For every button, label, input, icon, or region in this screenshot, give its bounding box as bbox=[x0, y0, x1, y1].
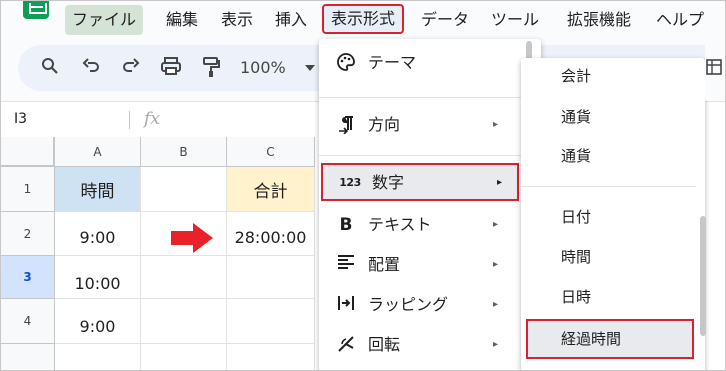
menu-extensions[interactable]: 拡張機能 bbox=[560, 5, 638, 35]
sheets-logo-icon[interactable] bbox=[23, 1, 49, 19]
submenu-arrow-icon: ▸ bbox=[493, 339, 499, 350]
cell-c3[interactable] bbox=[227, 256, 315, 299]
numbers-icon: 123 bbox=[339, 176, 361, 189]
submenu-item-label: 経過時間 bbox=[561, 330, 622, 348]
menu-item-numbers[interactable]: 123 数字 ▸ bbox=[321, 163, 519, 201]
cell-b5[interactable] bbox=[141, 344, 227, 370]
search-icon[interactable] bbox=[38, 56, 62, 80]
cell-b1[interactable] bbox=[141, 167, 227, 212]
menu-edit[interactable]: 編集 bbox=[159, 5, 205, 35]
undo-icon[interactable] bbox=[80, 56, 104, 80]
menu-help[interactable]: ヘルプ bbox=[649, 5, 711, 35]
submenu-item-label: 日時 bbox=[561, 288, 592, 306]
cell-c5[interactable] bbox=[227, 344, 315, 370]
row-header-5[interactable] bbox=[1, 344, 55, 370]
divider bbox=[129, 111, 130, 129]
column-header-b[interactable]: B bbox=[141, 137, 227, 167]
submenu-arrow-icon: ▸ bbox=[493, 299, 499, 310]
cell-c4[interactable] bbox=[227, 299, 315, 344]
spreadsheet-window: ファイル 編集 表示 挿入 表示形式 データ ツール 拡張機能 ヘルプ 100%… bbox=[0, 0, 726, 371]
number-format-submenu: 会計 通貨 通貨 日付 時間 日時 経過時間 bbox=[521, 56, 706, 370]
cell-b4[interactable] bbox=[141, 299, 227, 344]
submenu-item-label: 通貨 bbox=[561, 147, 592, 165]
grid-icon[interactable] bbox=[706, 59, 722, 79]
menu-divider bbox=[521, 186, 696, 187]
cell-a3[interactable]: 10:00 bbox=[55, 256, 141, 299]
redo-icon[interactable] bbox=[118, 56, 142, 80]
column-header-c[interactable]: C bbox=[227, 137, 315, 167]
submenu-item-label: 日付 bbox=[561, 208, 592, 226]
menu-item-rotation[interactable]: 回転 ▸ bbox=[319, 325, 541, 365]
row-header-4[interactable]: 4 bbox=[1, 299, 55, 344]
submenu-item-time[interactable]: 時間 bbox=[521, 237, 705, 277]
cell-a4[interactable]: 9:00 bbox=[55, 299, 141, 344]
menu-item-label: 回転 bbox=[368, 335, 401, 354]
chevron-down-icon[interactable] bbox=[305, 65, 315, 71]
menu-item-alignment[interactable]: 配置 ▸ bbox=[319, 245, 541, 285]
menu-item-direction[interactable]: 方向 ▸ bbox=[319, 105, 541, 145]
format-menu: テーマ 方向 ▸ 123 数字 ▸ B テキスト ▸ 配置 ▸ ラッピング ▸ … bbox=[319, 39, 541, 370]
column-header-a[interactable]: A bbox=[55, 137, 141, 167]
menu-item-wrapping[interactable]: ラッピング ▸ bbox=[319, 285, 541, 325]
select-all-corner[interactable] bbox=[1, 137, 57, 169]
menu-item-text[interactable]: B テキスト ▸ bbox=[319, 205, 541, 245]
menu-item-label: 配置 bbox=[368, 255, 401, 274]
menu-tools[interactable]: ツール bbox=[484, 5, 546, 35]
name-box[interactable]: I3 bbox=[14, 111, 27, 127]
cell-a5[interactable] bbox=[55, 344, 141, 370]
menu-data[interactable]: データ bbox=[414, 5, 476, 35]
menu-file[interactable]: ファイル bbox=[65, 5, 144, 35]
wrap-icon bbox=[335, 294, 357, 316]
palette-icon bbox=[335, 52, 357, 74]
menu-item-theme[interactable]: テーマ bbox=[319, 43, 541, 83]
submenu-item-label: 時間 bbox=[561, 248, 592, 266]
submenu-item-label: 会計 bbox=[561, 67, 592, 85]
menu-bar: ファイル 編集 表示 挿入 表示形式 データ ツール 拡張機能 ヘルプ bbox=[1, 1, 725, 39]
cell-c2[interactable]: 28:00:00 bbox=[227, 212, 315, 256]
print-icon[interactable] bbox=[159, 56, 183, 80]
menu-item-label: テキスト bbox=[368, 215, 432, 234]
menu-divider bbox=[319, 155, 541, 156]
submenu-scrollbar[interactable] bbox=[700, 216, 706, 336]
text-direction-icon bbox=[335, 114, 357, 136]
row-header-3[interactable]: 3 bbox=[1, 256, 55, 299]
submenu-arrow-icon: ▸ bbox=[497, 177, 503, 188]
menu-format[interactable]: 表示形式 bbox=[322, 4, 405, 34]
align-icon bbox=[335, 254, 357, 276]
zoom-select[interactable]: 100% bbox=[240, 56, 286, 80]
submenu-arrow-icon: ▸ bbox=[493, 219, 499, 230]
menu-item-label: テーマ bbox=[368, 53, 417, 72]
row-header-1[interactable]: 1 bbox=[1, 167, 55, 212]
submenu-item-label: 通貨 bbox=[561, 108, 592, 126]
submenu-arrow-icon: ▸ bbox=[493, 259, 499, 270]
fx-icon: fx bbox=[144, 109, 160, 129]
menu-item-label: 方向 bbox=[368, 115, 401, 134]
menu-insert[interactable]: 挿入 bbox=[268, 5, 314, 35]
cell-a2[interactable]: 9:00 bbox=[55, 212, 141, 256]
cell-c1[interactable]: 合計 bbox=[227, 167, 315, 212]
submenu-arrow-icon: ▸ bbox=[493, 119, 499, 130]
red-arrow-icon bbox=[171, 223, 213, 253]
cell-a1[interactable]: 時間 bbox=[55, 167, 141, 212]
paint-format-icon[interactable] bbox=[199, 56, 223, 80]
menu-view[interactable]: 表示 bbox=[214, 5, 260, 35]
submenu-item-currency-rounded[interactable]: 通貨 bbox=[521, 136, 705, 176]
menu-item-label: ラッピング bbox=[368, 295, 449, 314]
menu-item-label: 数字 bbox=[372, 173, 405, 192]
submenu-item-accounting[interactable]: 会計 bbox=[521, 56, 705, 96]
rotate-icon bbox=[335, 334, 357, 356]
submenu-item-duration[interactable]: 経過時間 bbox=[526, 319, 694, 359]
submenu-item-currency[interactable]: 通貨 bbox=[521, 97, 705, 137]
cell-b3[interactable] bbox=[141, 256, 227, 299]
submenu-item-date[interactable]: 日付 bbox=[521, 197, 705, 237]
bold-icon: B bbox=[339, 215, 353, 235]
menu-divider bbox=[319, 97, 541, 98]
row-header-2[interactable]: 2 bbox=[1, 212, 55, 256]
submenu-item-datetime[interactable]: 日時 bbox=[521, 277, 705, 317]
